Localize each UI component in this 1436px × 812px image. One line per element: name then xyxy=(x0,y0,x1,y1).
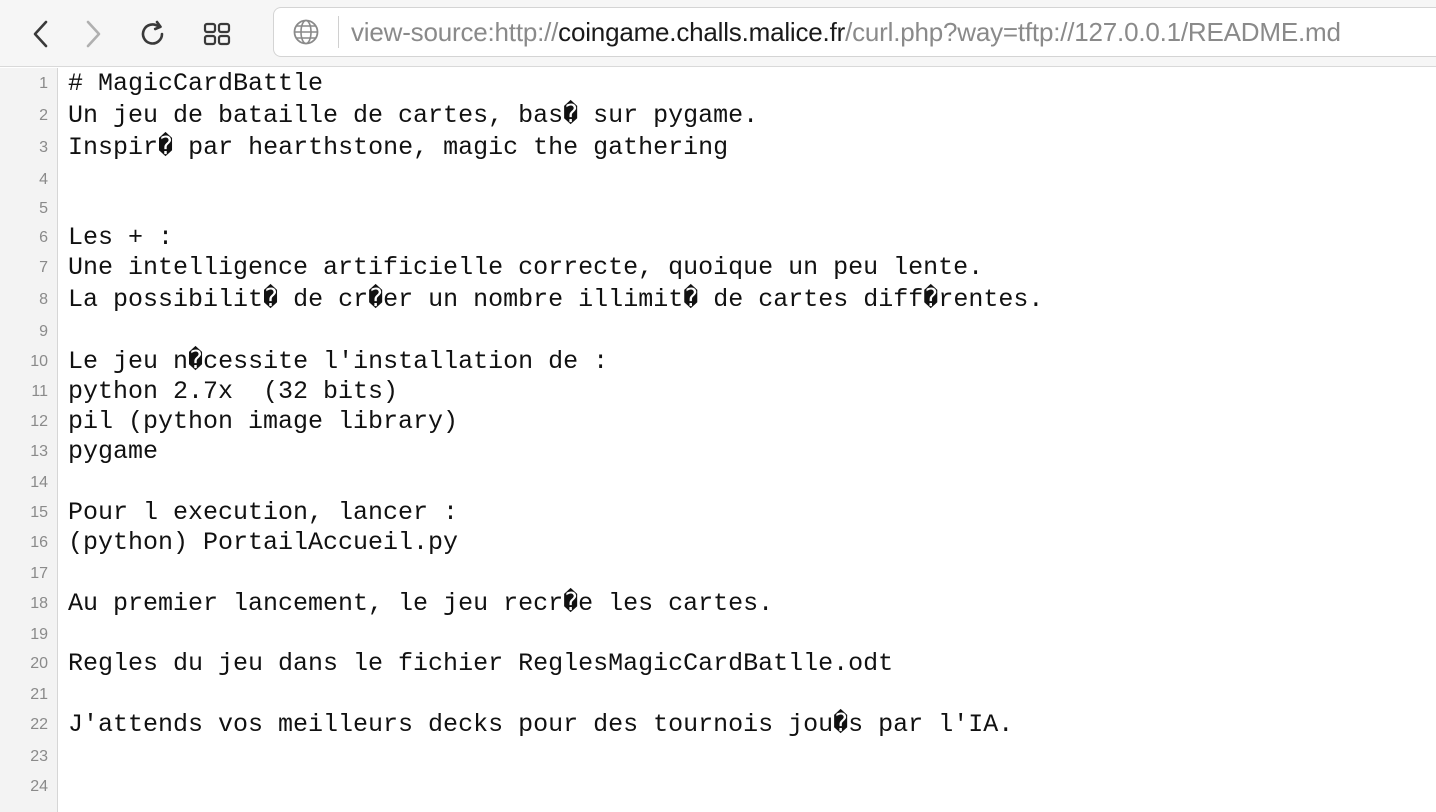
source-line: 16 (python) PortailAccueil.py xyxy=(0,528,1436,558)
source-line: 3 Inspir� par hearthstone, magic the gath… xyxy=(0,133,1436,163)
line-text: (python) PortailAccueil.py xyxy=(68,528,459,557)
back-button[interactable] xyxy=(21,14,61,54)
chevron-right-icon xyxy=(86,20,101,48)
line-number: 10 xyxy=(30,353,48,370)
source-line: 17 xyxy=(0,559,1436,589)
line-number: 1 xyxy=(39,75,48,92)
source-view: 1 # MagicCardBattle 2 Un jeu de bataille de… xyxy=(0,68,1436,812)
url-prefix: view-source:http:// xyxy=(351,16,559,47)
line-number: 7 xyxy=(39,259,48,276)
reload-icon xyxy=(141,20,164,45)
line-number: 15 xyxy=(30,504,48,521)
line-text: Au premier lancement, le jeu recr�e les … xyxy=(68,589,774,618)
line-number: 9 xyxy=(39,323,48,340)
source-line: 7 Une intelligence artificielle correcte,… xyxy=(0,253,1436,283)
source-line: 18 Au premier lancement, le jeu recr�e le… xyxy=(0,589,1436,619)
source-line: 23 xyxy=(0,742,1436,772)
line-number: 22 xyxy=(30,716,48,733)
line-text: Regles du jeu dans le fichier ReglesMagi… xyxy=(68,649,894,678)
source-line: 20 Regles du jeu dans le fichier ReglesMa… xyxy=(0,649,1436,679)
browser-toolbar: view-source:http://coingame.challs.malic… xyxy=(0,0,1436,67)
line-text: Une intelligence artificielle correcte, … xyxy=(68,253,984,282)
source-line: 11 python 2.7x (32 bits) xyxy=(0,377,1436,407)
source-line: 13 pygame xyxy=(0,437,1436,467)
line-number: 13 xyxy=(30,443,48,460)
line-number: 21 xyxy=(30,686,48,703)
source-line: 9 xyxy=(0,317,1436,347)
source-line: 15 Pour l execution, lancer : xyxy=(0,498,1436,528)
source-line: 10 Le jeu n�cessite l'installation de : xyxy=(0,347,1436,377)
line-text: pygame xyxy=(68,437,159,466)
url-host: coingame.challs.malice.fr xyxy=(558,16,846,47)
line-text: Pour l execution, lancer : xyxy=(68,498,459,527)
source-line: 8 La possibilit� de cr�er un nombre illim… xyxy=(0,285,1436,315)
line-number: 12 xyxy=(30,413,48,430)
line-text: Inspir� par hearthstone, magic the gathe… xyxy=(68,133,729,162)
address-bar[interactable]: view-source:http://coingame.challs.malic… xyxy=(273,7,1436,57)
line-number: 6 xyxy=(39,229,48,246)
source-line: 2 Un jeu de bataille de cartes, bas� sur … xyxy=(0,101,1436,131)
source-line: 21 xyxy=(0,680,1436,710)
source-line: 24 xyxy=(0,772,1436,802)
address-separator xyxy=(338,16,339,48)
reload-button[interactable] xyxy=(133,14,173,54)
line-number: 8 xyxy=(39,291,48,308)
line-number: 18 xyxy=(30,595,48,612)
line-text: La possibilit� de cr�er un nombre illimi… xyxy=(68,285,1044,314)
line-text: Les + : xyxy=(68,223,174,252)
line-text: J'attends vos meilleurs decks pour des t… xyxy=(68,710,1014,739)
source-line: 4 xyxy=(0,165,1436,195)
line-number: 24 xyxy=(30,778,48,795)
source-line: 14 xyxy=(0,468,1436,498)
url-path: /curl.php?way=tftp://127.0.0.1/README.md xyxy=(845,16,1341,47)
line-text: Le jeu n�cessite l'installation de : xyxy=(68,347,609,376)
grid-icon xyxy=(203,22,231,46)
forward-button[interactable] xyxy=(73,14,113,54)
line-text: # MagicCardBattle xyxy=(68,69,324,98)
line-text: python 2.7x (32 bits) xyxy=(68,377,399,406)
line-number: 17 xyxy=(30,565,48,582)
url-text[interactable]: view-source:http://coingame.challs.malic… xyxy=(351,17,1341,48)
source-line: 6 Les + : xyxy=(0,223,1436,253)
line-number: 14 xyxy=(30,474,48,491)
line-number: 20 xyxy=(30,655,48,672)
source-line: 5 xyxy=(0,194,1436,224)
globe-icon xyxy=(293,19,319,45)
line-number: 2 xyxy=(39,107,48,124)
source-line: 22 J'attends vos meilleurs decks pour des… xyxy=(0,710,1436,740)
line-number: 11 xyxy=(31,383,48,400)
source-line: 1 # MagicCardBattle xyxy=(0,69,1436,99)
line-number: 16 xyxy=(30,534,48,551)
site-info-button[interactable] xyxy=(292,18,332,46)
line-number: 19 xyxy=(30,626,48,643)
source-line: 19 xyxy=(0,620,1436,650)
source-line: 12 pil (python image library) xyxy=(0,407,1436,437)
line-text: Un jeu de bataille de cartes, bas� sur p… xyxy=(68,101,759,130)
chevron-left-icon xyxy=(33,20,48,48)
line-text: pil (python image library) xyxy=(68,407,459,436)
line-number: 5 xyxy=(39,200,48,217)
tab-overview-button[interactable] xyxy=(197,14,237,54)
line-number: 3 xyxy=(39,139,48,156)
line-number: 23 xyxy=(30,748,48,765)
line-number: 4 xyxy=(39,171,48,188)
